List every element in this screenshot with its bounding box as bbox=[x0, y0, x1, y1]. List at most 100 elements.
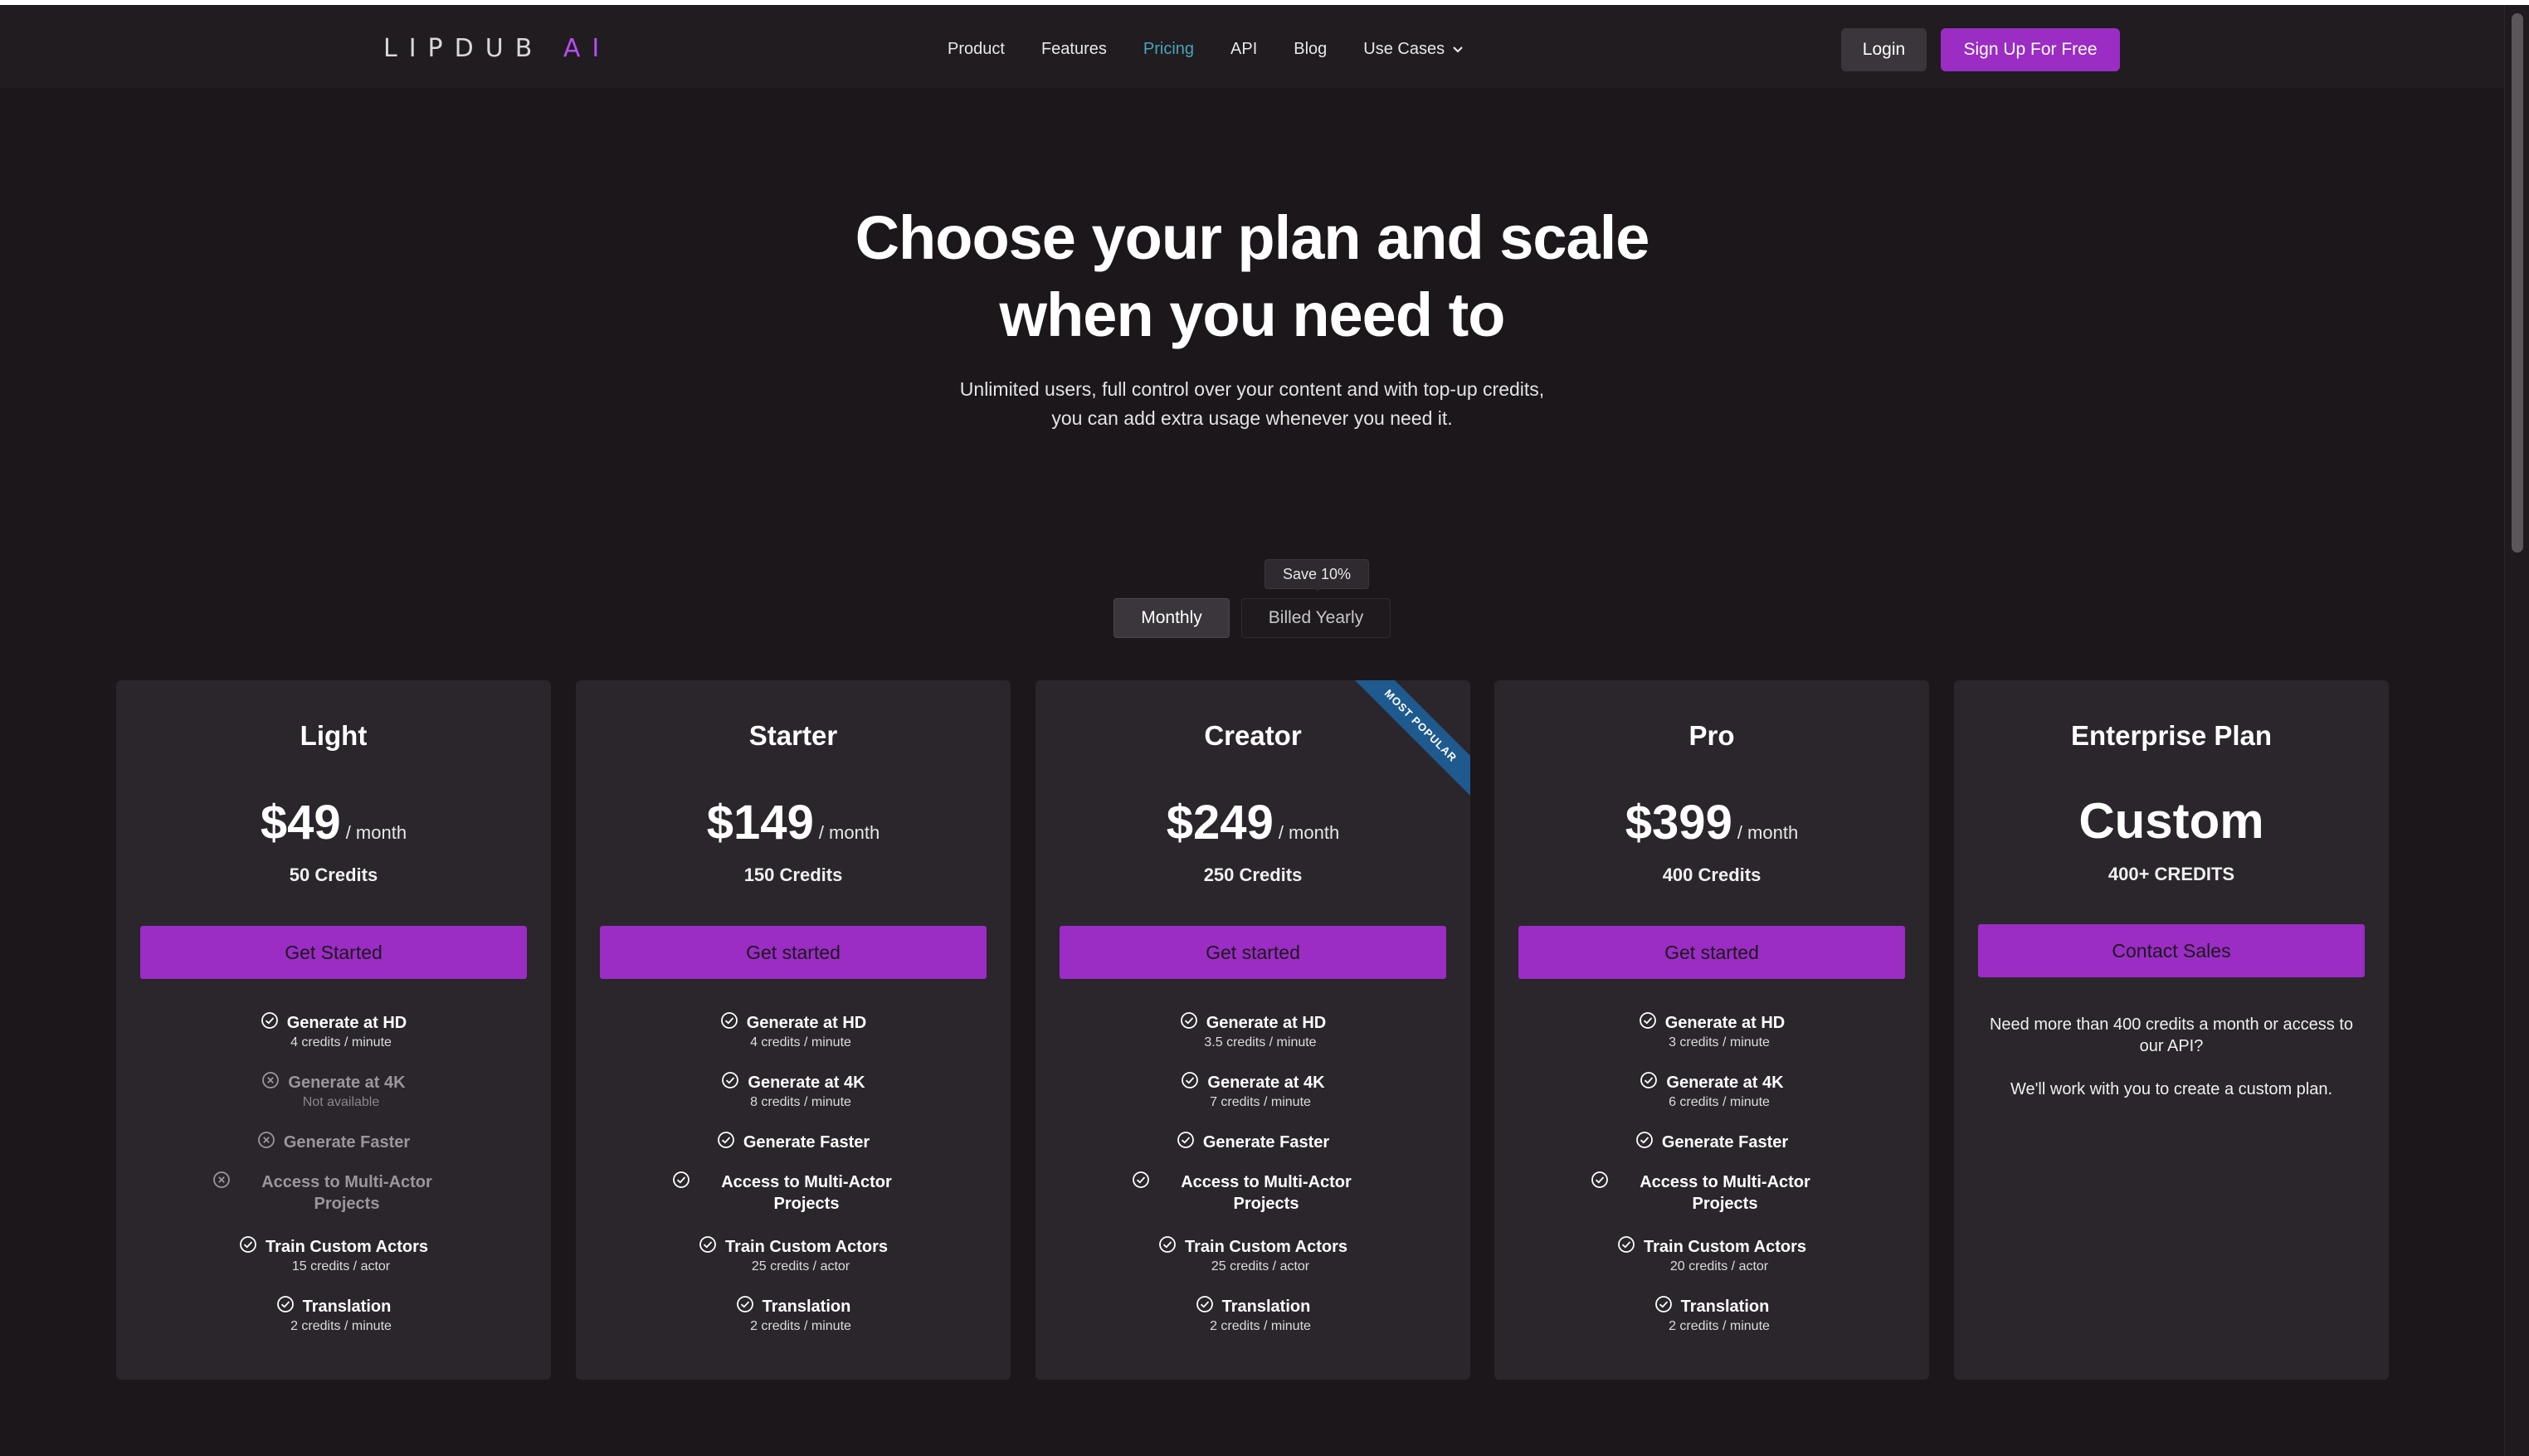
feature-detail: 15 credits / actor bbox=[291, 1259, 391, 1273]
plan-credits: 400 Credits bbox=[1662, 864, 1762, 885]
plan-name: Pro bbox=[1688, 720, 1735, 751]
get-started-button[interactable]: Get Started bbox=[140, 926, 527, 979]
check-circle-icon bbox=[1159, 1236, 1176, 1253]
feature-line: Train Custom Actors bbox=[116, 1236, 551, 1258]
get-started-button[interactable]: Get started bbox=[1060, 926, 1446, 979]
feature-detail: 3 credits / minute bbox=[1669, 1035, 1770, 1049]
feature-title: Generate at 4K bbox=[1207, 1074, 1325, 1092]
plan-card-pro: Pro $399/ month 400 Credits Get started Gene… bbox=[1494, 680, 1929, 1380]
scrollbar[interactable] bbox=[2504, 5, 2529, 1456]
logo-ai-text: AI bbox=[563, 34, 612, 63]
scrollbar-thumb[interactable] bbox=[2512, 13, 2523, 553]
nav-links: Product Features Pricing API Blog Use Ca… bbox=[948, 37, 1464, 61]
plan-price: $249 bbox=[1166, 796, 1274, 850]
plan-credits: 250 Credits bbox=[1203, 864, 1303, 885]
feature-title: Translation bbox=[762, 1298, 851, 1316]
feature-title: Generate at 4K bbox=[1666, 1074, 1784, 1092]
plan-name: Light bbox=[300, 720, 368, 751]
plan-price: $399 bbox=[1625, 796, 1732, 850]
feature-item: Translation 2 credits / minute bbox=[1494, 1296, 1929, 1336]
x-circle-icon bbox=[257, 1132, 275, 1148]
feature-item: Generate Faster bbox=[1494, 1132, 1929, 1153]
feature-item: Access to Multi-Actor Projects bbox=[1494, 1171, 1929, 1215]
subtitle-line-1: Unlimited users, full control over your … bbox=[959, 378, 1545, 400]
nav-link-product[interactable]: Product bbox=[948, 37, 1005, 61]
nav-link-api[interactable]: API bbox=[1230, 37, 1257, 61]
feature-detail: 4 credits / minute bbox=[290, 1035, 392, 1049]
check-circle-icon bbox=[673, 1171, 690, 1188]
check-circle-icon bbox=[1635, 1132, 1653, 1148]
feature-title: Generate at 4K bbox=[748, 1074, 865, 1092]
plan-period: / month bbox=[1278, 822, 1340, 843]
nav-link-blog[interactable]: Blog bbox=[1294, 37, 1327, 61]
plan-period: / month bbox=[345, 822, 407, 843]
feature-item: Generate at HD 3 credits / minute bbox=[1494, 1012, 1929, 1052]
feature-detail: 3.5 credits / minute bbox=[1204, 1035, 1317, 1049]
feature-detail: 2 credits / minute bbox=[290, 1319, 392, 1333]
ribbon-label: MOST POPULAR bbox=[1354, 680, 1470, 796]
feature-line: Generate at HD bbox=[1035, 1012, 1470, 1034]
feature-item: Generate at 4K 6 credits / minute bbox=[1494, 1072, 1929, 1112]
feature-title: Generate Faster bbox=[283, 1133, 411, 1152]
sign-up-button[interactable]: Sign Up For Free bbox=[1941, 28, 2120, 71]
check-circle-icon bbox=[736, 1296, 753, 1312]
feature-title: Train Custom Actors bbox=[266, 1238, 428, 1256]
plan-name: Enterprise Plan bbox=[2070, 720, 2273, 751]
feature-item: Generate at HD 3.5 credits / minute bbox=[1035, 1012, 1470, 1052]
check-circle-icon bbox=[722, 1072, 739, 1088]
nav-link-features[interactable]: Features bbox=[1041, 37, 1107, 61]
feature-title: Train Custom Actors bbox=[725, 1238, 888, 1256]
plan-price-row: $49/ month bbox=[116, 795, 551, 850]
check-circle-icon bbox=[1177, 1132, 1194, 1148]
billing-toggle-monthly[interactable]: Monthly bbox=[1113, 598, 1230, 638]
subtitle-line-2: you can add extra usage whenever you nee… bbox=[1051, 407, 1453, 429]
feature-title: Access to Multi-Actor Projects bbox=[721, 1173, 892, 1213]
feature-line: Generate at HD bbox=[576, 1012, 1011, 1034]
feature-title: Train Custom Actors bbox=[1185, 1238, 1347, 1256]
feature-line: Generate at 4K bbox=[1494, 1072, 1929, 1093]
plan-card-starter: Starter $149/ month 150 Credits Get started… bbox=[576, 680, 1011, 1380]
feature-line: Translation bbox=[576, 1296, 1011, 1317]
plan-card-light: Light $49/ month 50 Credits Get Started Gene… bbox=[116, 680, 551, 1380]
check-circle-icon bbox=[261, 1012, 278, 1029]
logo[interactable]: LIPDUB AI bbox=[383, 35, 611, 63]
feature-title: Access to Multi-Actor Projects bbox=[1181, 1173, 1352, 1213]
feature-detail: 8 credits / minute bbox=[750, 1095, 851, 1109]
plan-card-enterprise: Enterprise Plan Custom 400+ CREDITS Cont… bbox=[1954, 680, 2389, 1380]
feature-title: Generate at 4K bbox=[288, 1074, 406, 1092]
enterprise-note: We'll work with you to create a custom p… bbox=[2010, 1080, 2333, 1098]
feature-detail: Not available bbox=[302, 1095, 380, 1109]
plan-credits: 50 Credits bbox=[289, 864, 378, 885]
feature-line: Train Custom Actors bbox=[1035, 1236, 1470, 1258]
feature-item: Access to Multi-Actor Projects bbox=[576, 1171, 1011, 1215]
feature-item: Generate at HD 4 credits / minute bbox=[116, 1012, 551, 1052]
plan-price: Custom bbox=[2078, 793, 2264, 849]
logo-text: LIPDUB bbox=[383, 34, 563, 63]
plan-credits: 150 Credits bbox=[743, 864, 843, 885]
feature-detail: 7 credits / minute bbox=[1210, 1095, 1311, 1109]
billing-toggle-yearly[interactable]: Billed Yearly bbox=[1241, 598, 1391, 638]
get-started-button[interactable]: Get started bbox=[1518, 926, 1905, 979]
login-button[interactable]: Login bbox=[1841, 28, 1927, 71]
feature-title: Generate at HD bbox=[746, 1014, 867, 1032]
plan-price-row: $249/ month bbox=[1035, 795, 1470, 850]
chevron-down-icon bbox=[1453, 46, 1463, 53]
feature-title: Generate Faster bbox=[1661, 1133, 1789, 1152]
contact-sales-button[interactable]: Contact Sales bbox=[1978, 924, 2365, 977]
feature-item: Generate Faster bbox=[116, 1132, 551, 1153]
feature-line: Train Custom Actors bbox=[576, 1236, 1011, 1258]
feature-item: Train Custom Actors 20 credits / actor bbox=[1494, 1236, 1929, 1276]
feature-item: Train Custom Actors 15 credits / actor bbox=[116, 1236, 551, 1276]
x-circle-icon bbox=[262, 1072, 280, 1088]
feature-line: Generate at 4K bbox=[1035, 1072, 1470, 1093]
check-circle-icon bbox=[276, 1296, 294, 1312]
feature-item: Train Custom Actors 25 credits / actor bbox=[576, 1236, 1011, 1276]
get-started-button[interactable]: Get started bbox=[600, 926, 987, 979]
feature-title: Generate at HD bbox=[1206, 1014, 1327, 1032]
check-circle-icon bbox=[1591, 1171, 1608, 1188]
check-circle-icon bbox=[1196, 1296, 1213, 1312]
feature-title: Translation bbox=[302, 1298, 392, 1316]
nav-dropdown-use-cases[interactable]: Use Cases bbox=[1363, 37, 1464, 61]
nav-link-pricing[interactable]: Pricing bbox=[1143, 37, 1194, 61]
feature-line: Translation bbox=[1035, 1296, 1470, 1317]
